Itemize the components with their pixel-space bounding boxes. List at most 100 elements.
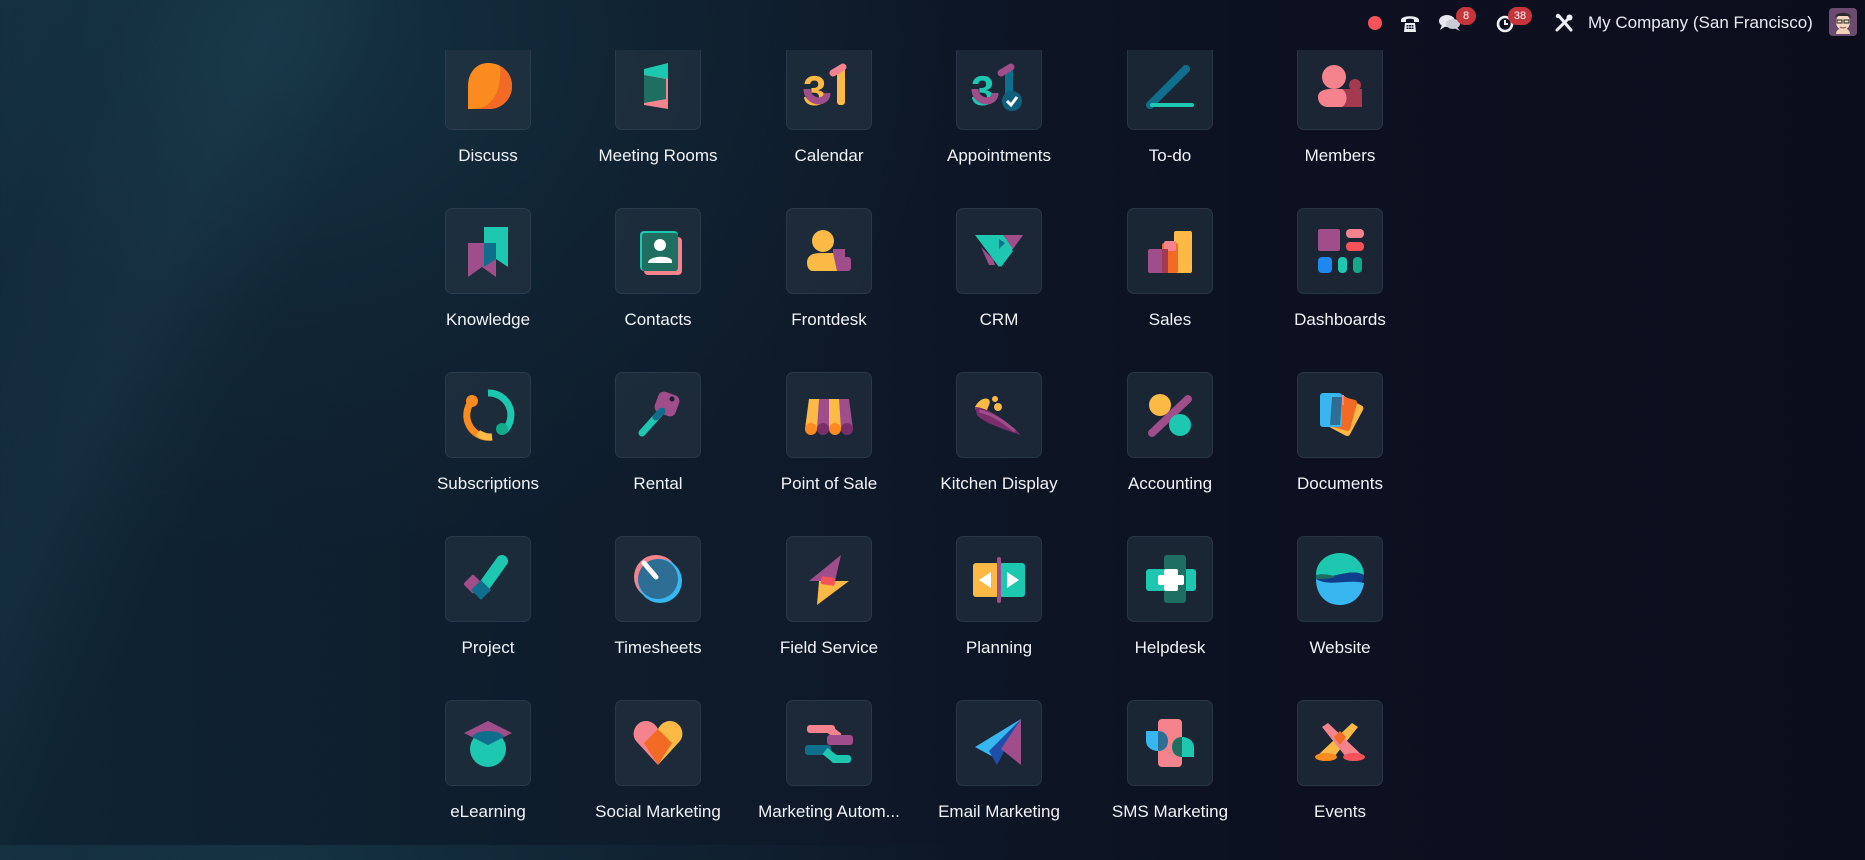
app-knowledge[interactable]: Knowledge (403, 208, 573, 368)
app-label: Planning (965, 638, 1033, 657)
app-accounting[interactable]: Accounting (1085, 372, 1255, 532)
field-service-icon (809, 555, 849, 605)
project-icon (463, 555, 508, 600)
app-tile[interactable] (786, 700, 872, 786)
app-rental[interactable]: Rental (573, 372, 743, 532)
tools-icon (1555, 13, 1573, 32)
company-switcher[interactable]: My Company (San Francisco) (1588, 0, 1813, 46)
app-tile[interactable] (956, 372, 1042, 458)
app-crm[interactable]: CRM (914, 208, 1084, 368)
accounting-icon (1148, 394, 1192, 437)
app-tile[interactable] (1297, 700, 1383, 786)
activities-button[interactable]: 38 (1492, 0, 1532, 46)
debug-tools-button[interactable] (1550, 0, 1578, 46)
app-social-marketing[interactable]: Social Marketing (573, 700, 743, 845)
sms-marketing-icon (1146, 719, 1194, 767)
app-events[interactable]: Events (1255, 700, 1425, 845)
app-tile[interactable]: 3 (786, 50, 872, 130)
app-label: Social Marketing (595, 802, 721, 821)
app-label: eLearning (450, 802, 526, 821)
app-tile[interactable] (1297, 372, 1383, 458)
dashboards-icon (1318, 229, 1364, 273)
app-kitchen-display[interactable]: Kitchen Display (914, 372, 1084, 532)
app-tile[interactable] (1127, 536, 1213, 622)
calendar-icon: 3 (803, 63, 847, 114)
app-tile[interactable] (956, 208, 1042, 294)
app-tile[interactable] (615, 50, 701, 130)
app-subscriptions[interactable]: Subscriptions (403, 372, 573, 532)
app-label: Contacts (624, 310, 692, 329)
contacts-icon (640, 231, 682, 275)
app-label: CRM (979, 310, 1019, 329)
app-marketing-automation[interactable]: Marketing Autom... (744, 700, 914, 845)
app-helpdesk[interactable]: Helpdesk (1085, 536, 1255, 696)
app-documents[interactable]: Documents (1255, 372, 1425, 532)
app-email-marketing[interactable]: Email Marketing (914, 700, 1084, 845)
app-sms-marketing[interactable]: SMS Marketing (1085, 700, 1255, 845)
app-tile[interactable] (1127, 700, 1213, 786)
user-avatar[interactable] (1829, 8, 1857, 36)
phone-button[interactable] (1396, 0, 1424, 46)
app-tile[interactable] (615, 700, 701, 786)
app-label: Documents (1297, 474, 1383, 493)
app-contacts[interactable]: Contacts (573, 208, 743, 368)
app-field-service[interactable]: Field Service (744, 536, 914, 696)
app-calendar[interactable]: 3 Calendar (744, 50, 914, 204)
website-icon (1316, 553, 1364, 605)
app-tile[interactable] (445, 700, 531, 786)
app-tile[interactable] (956, 536, 1042, 622)
social-marketing-icon (633, 721, 683, 765)
planning-icon (973, 557, 1025, 603)
app-tile[interactable] (1127, 50, 1213, 130)
app-tile[interactable] (786, 536, 872, 622)
app-point-of-sale[interactable]: Point of Sale (744, 372, 914, 532)
app-tile[interactable] (615, 208, 701, 294)
email-marketing-icon (975, 719, 1021, 765)
recording-indicator[interactable] (1366, 0, 1384, 46)
app-tile[interactable] (445, 208, 531, 294)
app-discuss[interactable]: Discuss (403, 50, 573, 204)
app-label: Dashboards (1294, 310, 1386, 329)
app-tile[interactable] (615, 536, 701, 622)
app-tile[interactable] (786, 372, 872, 458)
app-tile[interactable] (445, 372, 531, 458)
app-members[interactable]: Members (1255, 50, 1425, 204)
app-tile[interactable] (786, 208, 872, 294)
app-appointments[interactable]: 3 Appointments (914, 50, 1084, 204)
app-timesheets[interactable]: Timesheets (573, 536, 743, 696)
app-tile[interactable] (615, 372, 701, 458)
app-tile[interactable] (1127, 372, 1213, 458)
sales-icon (1148, 231, 1192, 273)
crm-icon (975, 235, 1023, 267)
app-todo[interactable]: To-do (1085, 50, 1255, 204)
subscriptions-icon (463, 389, 515, 441)
timesheets-icon (634, 555, 682, 603)
app-tile[interactable] (1297, 536, 1383, 622)
app-tile[interactable] (956, 700, 1042, 786)
app-dashboards[interactable]: Dashboards (1255, 208, 1425, 368)
app-sales[interactable]: Sales (1085, 208, 1255, 368)
app-project[interactable]: Project (403, 536, 573, 696)
messages-badge: 8 (1456, 7, 1476, 25)
app-label: Events (1314, 802, 1366, 821)
app-frontdesk[interactable]: Frontdesk (744, 208, 914, 368)
app-label: Project (461, 638, 515, 657)
app-tile[interactable] (445, 536, 531, 622)
app-elearning[interactable]: eLearning (403, 700, 573, 845)
app-tile[interactable] (1297, 208, 1383, 294)
app-planning[interactable]: Planning (914, 536, 1084, 696)
activities-badge: 38 (1508, 7, 1532, 25)
phone-icon (1401, 16, 1419, 32)
app-tile[interactable]: 3 (956, 50, 1042, 130)
app-tile[interactable] (445, 50, 531, 130)
app-label: Members (1304, 146, 1376, 165)
app-website[interactable]: Website (1255, 536, 1425, 696)
app-label: Discuss (458, 146, 518, 165)
discuss-icon (468, 63, 512, 109)
app-tile[interactable] (1127, 208, 1213, 294)
messages-button[interactable]: 8 (1436, 0, 1476, 46)
app-meeting-rooms[interactable]: Meeting Rooms (573, 50, 743, 204)
app-label: Subscriptions (436, 474, 540, 493)
app-tile[interactable] (1297, 50, 1383, 130)
rental-icon (638, 391, 680, 437)
